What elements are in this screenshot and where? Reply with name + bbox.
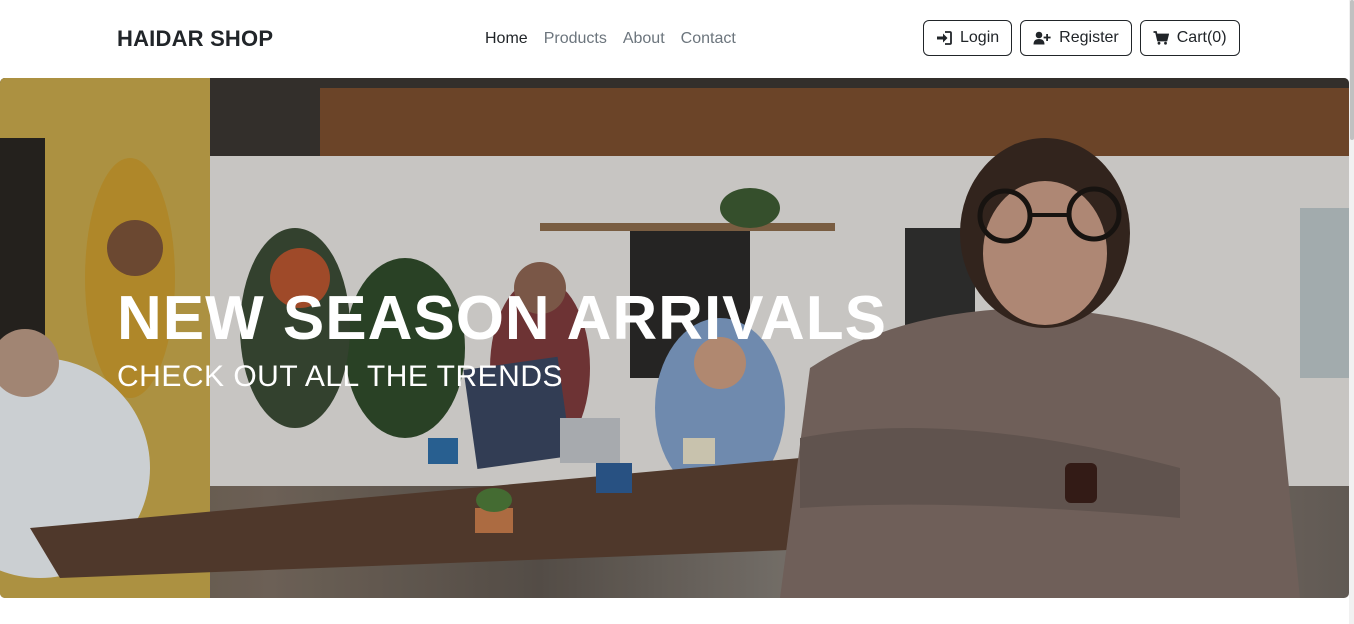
login-label: Login: [960, 29, 1000, 46]
cart-button[interactable]: Cart(0): [1139, 20, 1240, 56]
scrollbar-thumb[interactable]: [1350, 0, 1354, 140]
user-plus-icon: [1033, 31, 1051, 45]
page-scrollbar[interactable]: [1349, 0, 1354, 624]
navbar: HAIDAR SHOP Home Products About Contact …: [0, 0, 1354, 78]
login-button[interactable]: Login: [923, 20, 1013, 56]
sign-in-icon: [936, 31, 952, 45]
hero-banner: NEW SEASON ARRIVALS CHECK OUT ALL THE TR…: [0, 78, 1349, 598]
cart-icon: [1153, 31, 1169, 45]
nav-link-about[interactable]: About: [623, 30, 665, 48]
brand-logo[interactable]: HAIDAR SHOP: [117, 26, 273, 52]
hero-subtitle: CHECK OUT ALL THE TRENDS: [117, 360, 564, 393]
register-label: Register: [1059, 29, 1119, 46]
nav-link-products[interactable]: Products: [544, 30, 607, 48]
cart-label: Cart(0): [1176, 29, 1227, 46]
nav-links: Home Products About Contact: [485, 30, 736, 48]
hero-title: NEW SEASON ARRIVALS: [117, 284, 887, 353]
nav-actions: Login Register Cart(0): [923, 20, 1240, 56]
nav-link-home[interactable]: Home: [485, 30, 528, 48]
register-button[interactable]: Register: [1020, 20, 1132, 56]
nav-link-contact[interactable]: Contact: [681, 30, 736, 48]
